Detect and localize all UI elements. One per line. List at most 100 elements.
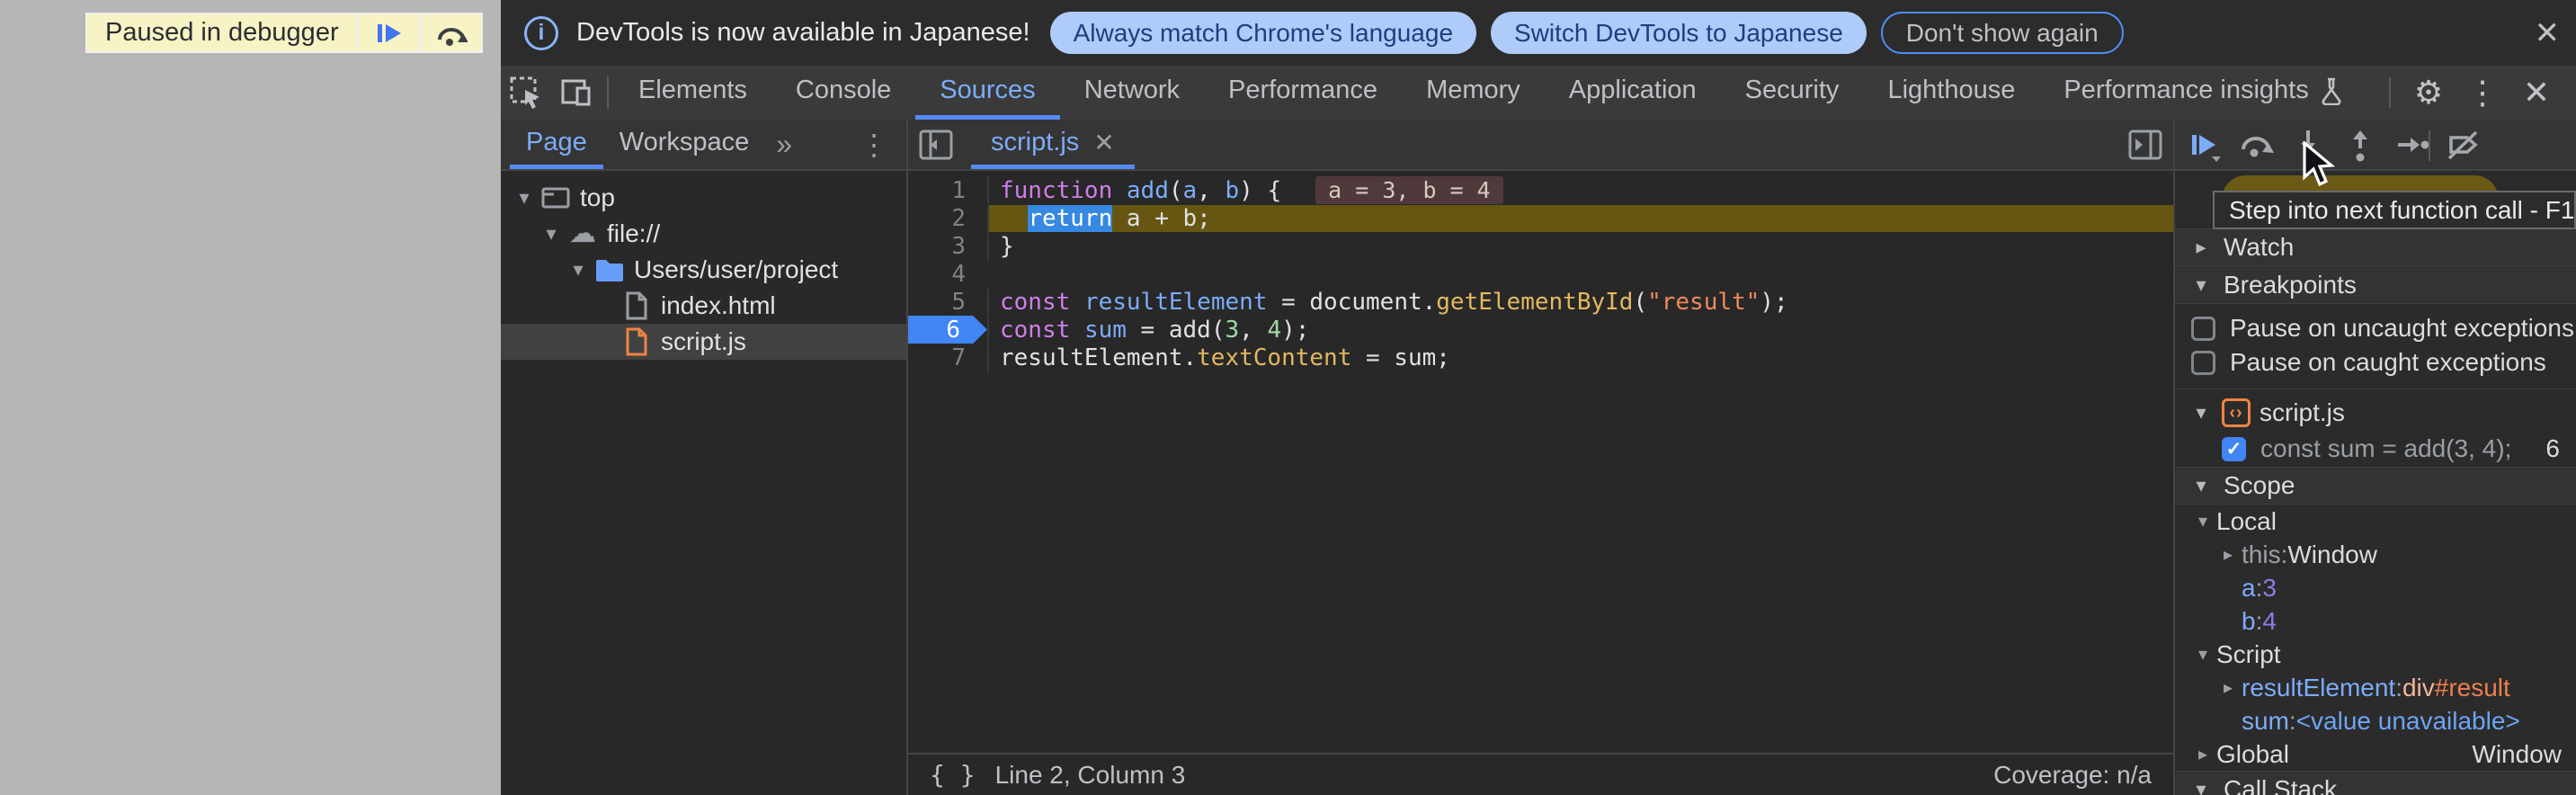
line-number[interactable]: 2: [908, 204, 987, 232]
switch-to-japanese-button[interactable]: Switch DevTools to Japanese: [1491, 12, 1867, 54]
notification-close-icon[interactable]: ✕: [2535, 15, 2561, 51]
chevron-down-icon[interactable]: ▾: [537, 222, 566, 246]
line-number[interactable]: 3: [908, 232, 987, 260]
navigator-more-options-icon[interactable]: ⋮: [842, 120, 906, 169]
code-token: a + b;: [1112, 205, 1211, 232]
scope-text: this: [2242, 540, 2281, 569]
tree-item-users-user-project[interactable]: ▾Users/user/project: [501, 252, 906, 288]
chevron-right-icon[interactable]: ▸: [2189, 743, 2216, 765]
code-token: resultElement: [1084, 289, 1268, 316]
tree-item-top[interactable]: ▾top: [501, 180, 906, 216]
tab-page[interactable]: Page: [510, 120, 603, 169]
code-line-content[interactable]: }: [987, 233, 2173, 260]
deactivate-breakpoints-icon[interactable]: [2445, 127, 2481, 163]
main-tab-performance-insights[interactable]: Performance insights: [2039, 66, 2367, 120]
code-line-content[interactable]: return a + b;: [987, 205, 2173, 232]
panel-collapse-right-icon: [2126, 126, 2164, 164]
tree-item-file-[interactable]: ▾☁file://: [501, 216, 906, 252]
main-tab-console[interactable]: Console: [771, 66, 915, 120]
code-line-6[interactable]: 6const sum = add(3, 4);: [908, 316, 2173, 344]
settings-gear-icon[interactable]: ⚙: [2405, 74, 2452, 112]
step-out-icon[interactable]: [2342, 127, 2378, 163]
tree-item-script-js[interactable]: script.js: [501, 324, 906, 360]
code-line-content[interactable]: const sum = add(3, 4);: [987, 317, 2173, 344]
code-line-2[interactable]: 2 return a + b;: [908, 204, 2173, 232]
code-line-5[interactable]: 5const resultElement = document.getEleme…: [908, 288, 2173, 316]
scope-row-script[interactable]: ▾Script: [2175, 638, 2576, 671]
line-number[interactable]: 7: [908, 344, 987, 371]
main-tab-application[interactable]: Application: [1545, 66, 1721, 120]
line-number[interactable]: 1: [908, 176, 987, 204]
braces-icon[interactable]: { }: [930, 760, 976, 790]
chevron-down-icon[interactable]: ▾: [510, 186, 539, 210]
code-line-content[interactable]: const resultElement = document.getElemen…: [987, 289, 2173, 316]
main-tab-network[interactable]: Network: [1060, 66, 1204, 120]
code-line-4[interactable]: 4: [908, 260, 2173, 288]
scope-row-this[interactable]: ▸this: Window: [2175, 538, 2576, 571]
step-over-icon[interactable]: [2238, 127, 2274, 163]
step-over-button-overlay[interactable]: [422, 14, 481, 51]
main-tab-performance[interactable]: Performance: [1204, 66, 1402, 120]
breakpoint-checkbox[interactable]: ✓: [2222, 437, 2246, 461]
tree-item-index-html[interactable]: index.html: [501, 288, 906, 324]
resume-script-button[interactable]: [360, 14, 419, 51]
step-icon[interactable]: [2394, 127, 2430, 163]
panel-collapse-left-icon: [917, 126, 955, 164]
chevron-right-icon[interactable]: ▸: [2215, 676, 2242, 699]
tab-close-icon[interactable]: ✕: [1093, 128, 1114, 157]
breakpoint-file-row[interactable]: ▾ ‹› script.js: [2175, 395, 2576, 431]
code-line-content[interactable]: resultElement.textContent = sum;: [987, 344, 2173, 371]
code-token: sum: [1084, 317, 1127, 344]
more-options-kebab-icon[interactable]: ⋮: [2459, 74, 2506, 112]
breakpoint-entry[interactable]: ✓ const sum = add(3, 4); 6: [2175, 431, 2576, 467]
code-editor[interactable]: 1function add(a, b) {a = 3, b = 42 retur…: [908, 171, 2173, 753]
tab-workspace[interactable]: Workspace: [603, 120, 766, 169]
code-line-content[interactable]: function add(a, b) {a = 3, b = 4: [987, 176, 2173, 204]
code-line-1[interactable]: 1function add(a, b) {a = 3, b = 4: [908, 176, 2173, 204]
chevron-right-icon[interactable]: ▸: [2215, 543, 2242, 566]
inspect-element-button[interactable]: [501, 66, 551, 120]
chevron-down-icon[interactable]: ▾: [2189, 643, 2216, 665]
inline-eval-widget: a = 3, b = 4: [1315, 176, 1503, 204]
more-tabs-chevron-icon[interactable]: »: [765, 120, 803, 169]
pause-caught-checkbox[interactable]: [2191, 351, 2215, 375]
main-tab-lighthouse[interactable]: Lighthouse: [1863, 66, 2039, 120]
section-breakpoints[interactable]: ▾ Breakpoints: [2175, 266, 2576, 304]
main-tab-sources[interactable]: Sources: [915, 66, 1059, 120]
section-call-stack[interactable]: ▾ Call Stack: [2175, 771, 2576, 795]
hide-debugger-sidebar-button[interactable]: [2117, 120, 2173, 169]
editor-tab-scriptjs[interactable]: script.js ✕: [971, 120, 1135, 169]
line-number[interactable]: 4: [908, 260, 987, 288]
match-chrome-language-button[interactable]: Always match Chrome's language: [1050, 12, 1476, 54]
devtools-close-icon[interactable]: ✕: [2513, 74, 2560, 112]
resume-icon[interactable]: [2186, 127, 2222, 163]
hide-navigator-button[interactable]: [908, 120, 964, 169]
js-file-icon: ‹›: [2222, 398, 2251, 427]
scope-value-right: Window: [2472, 740, 2562, 769]
chevron-down-icon[interactable]: ▾: [2189, 510, 2216, 532]
code-token: a: [1183, 177, 1198, 204]
scope-row-resultelement[interactable]: ▸resultElement: div#result: [2175, 671, 2576, 704]
code-line-3[interactable]: 3}: [908, 232, 2173, 260]
device-toolbar-icon: [559, 76, 593, 110]
chevron-down-icon[interactable]: ▾: [564, 258, 593, 281]
scope-text: sum: [2242, 707, 2289, 736]
main-tab-security[interactable]: Security: [1721, 66, 1864, 120]
line-number[interactable]: 5: [908, 288, 987, 316]
section-scope[interactable]: ▾ Scope: [2175, 467, 2576, 505]
section-watch[interactable]: ▸ Watch: [2175, 228, 2576, 266]
code-line-7[interactable]: 7resultElement.textContent = sum;: [908, 344, 2173, 371]
scope-row-b: b: 4: [2175, 604, 2576, 638]
scope-row-global[interactable]: ▸GlobalWindow: [2175, 737, 2576, 771]
scope-text: Local: [2216, 507, 2277, 536]
breakpoint-marker[interactable]: 6: [908, 316, 987, 344]
page-background: Paused in debugger: [0, 0, 501, 795]
device-toolbar-button[interactable]: [551, 66, 602, 120]
main-tab-label: Performance: [1228, 76, 1377, 105]
main-tab-memory[interactable]: Memory: [1402, 66, 1545, 120]
pause-uncaught-checkbox[interactable]: [2191, 317, 2215, 341]
scope-row-local[interactable]: ▾Local: [2175, 505, 2576, 538]
toolbar-divider: [2429, 130, 2430, 161]
dont-show-again-button[interactable]: Don't show again: [1881, 12, 2124, 54]
main-tab-elements[interactable]: Elements: [614, 66, 771, 120]
